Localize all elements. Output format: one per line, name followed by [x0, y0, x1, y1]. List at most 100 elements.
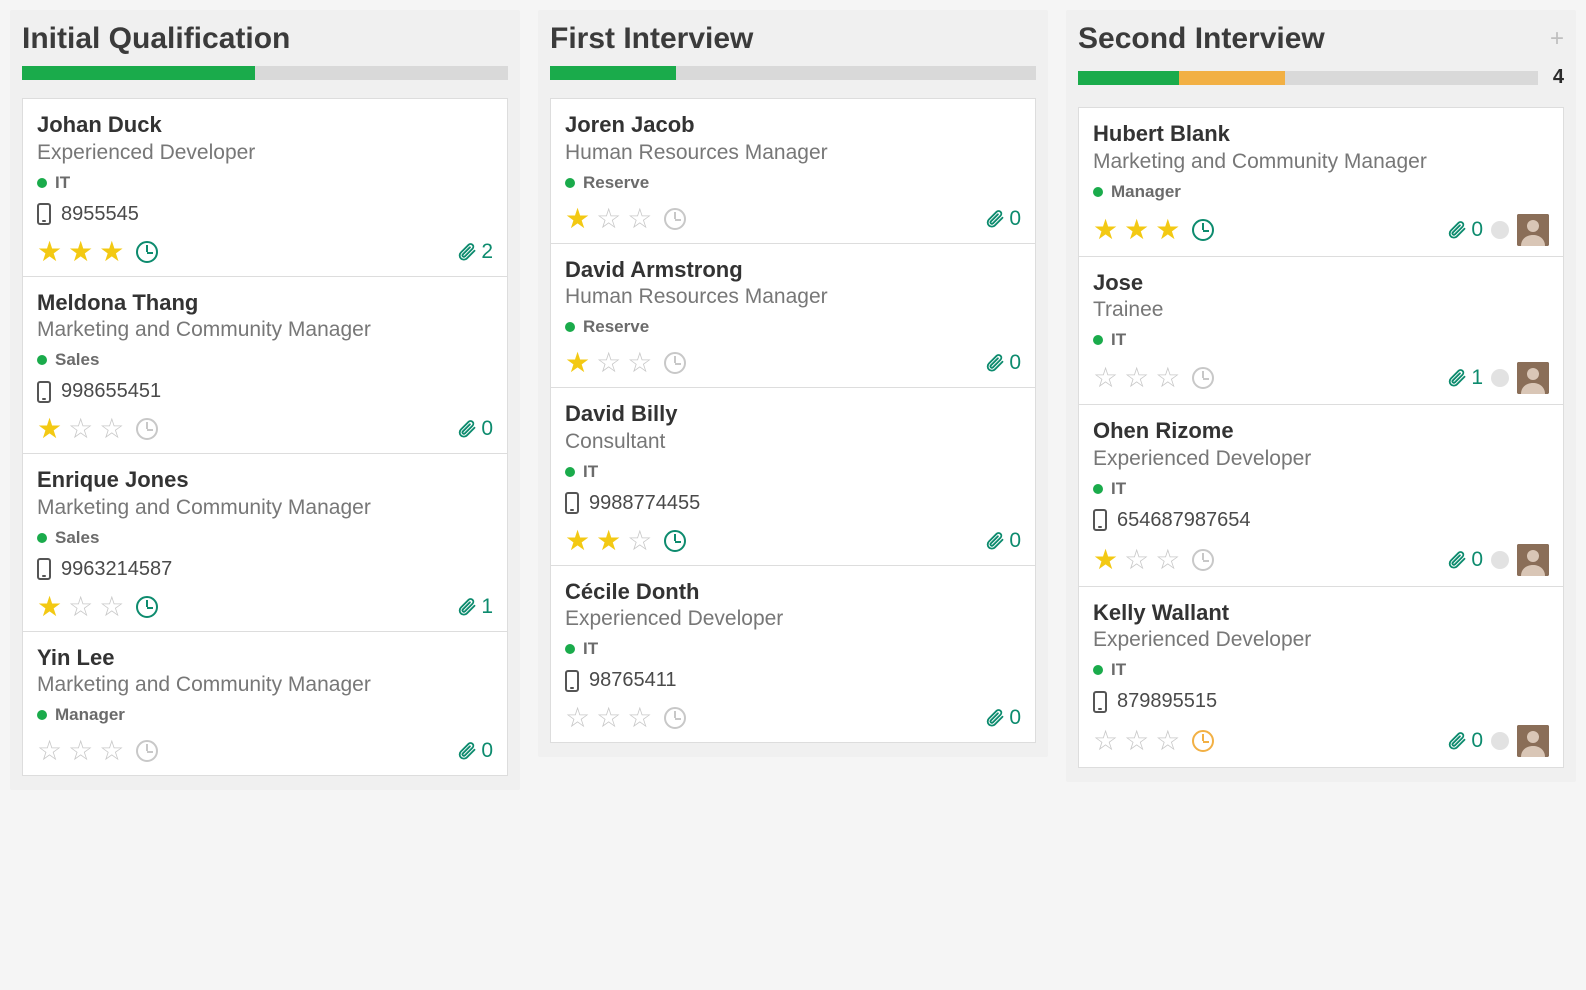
attachment-count[interactable]: 0	[1447, 218, 1483, 242]
tag-row: Sales	[37, 528, 493, 548]
star-icon[interactable]: ☆	[596, 205, 621, 233]
tag-row: IT	[565, 462, 1021, 482]
candidate-card[interactable]: Kelly Wallant Experienced Developer IT 8…	[1079, 587, 1563, 768]
star-icon[interactable]: ★	[37, 415, 62, 443]
candidate-card[interactable]: David Billy Consultant IT 9988774455 ★★☆	[551, 388, 1035, 566]
tag-text: IT	[1111, 660, 1126, 680]
star-icon[interactable]: ☆	[99, 415, 124, 443]
clock-icon[interactable]	[1192, 367, 1214, 389]
attachment-count[interactable]: 0	[985, 529, 1021, 553]
candidate-card[interactable]: Joren Jacob Human Resources Manager Rese…	[551, 99, 1035, 244]
star-icon[interactable]: ☆	[1155, 727, 1180, 755]
attach-group: 2	[457, 240, 493, 264]
star-rating[interactable]: ☆☆☆	[37, 737, 158, 765]
star-icon[interactable]: ★	[565, 205, 590, 233]
phone-icon	[1093, 509, 1107, 531]
star-rating[interactable]: ★★☆	[565, 527, 686, 555]
attachment-count[interactable]: 0	[985, 207, 1021, 231]
clock-icon[interactable]	[1192, 219, 1214, 241]
star-icon[interactable]: ☆	[627, 205, 652, 233]
clock-icon[interactable]	[136, 241, 158, 263]
star-icon[interactable]: ★	[596, 527, 621, 555]
star-icon[interactable]: ★	[1093, 216, 1118, 244]
star-icon[interactable]: ☆	[627, 349, 652, 377]
star-icon[interactable]: ☆	[1124, 546, 1149, 574]
attachment-count[interactable]: 0	[457, 417, 493, 441]
clock-icon[interactable]	[136, 740, 158, 762]
star-icon[interactable]: ☆	[68, 415, 93, 443]
star-rating[interactable]: ★☆☆	[565, 349, 686, 377]
candidate-card[interactable]: Cécile Donth Experienced Developer IT 98…	[551, 566, 1035, 743]
candidate-card[interactable]: Johan Duck Experienced Developer IT 8955…	[23, 99, 507, 277]
attachment-count[interactable]: 0	[985, 351, 1021, 375]
candidate-role: Marketing and Community Manager	[37, 673, 493, 697]
attach-number: 0	[1471, 548, 1483, 572]
avatar[interactable]	[1517, 362, 1549, 394]
card-footer: ☆☆☆ 0	[565, 704, 1021, 732]
star-icon[interactable]: ☆	[1124, 727, 1149, 755]
star-icon[interactable]: ★	[565, 527, 590, 555]
star-icon[interactable]: ☆	[565, 704, 590, 732]
attachment-count[interactable]: 0	[1447, 548, 1483, 572]
star-icon[interactable]: ★	[37, 238, 62, 266]
star-icon[interactable]: ★	[99, 238, 124, 266]
star-icon[interactable]: ☆	[99, 593, 124, 621]
attachment-count[interactable]: 1	[1447, 366, 1483, 390]
clock-icon[interactable]	[664, 208, 686, 230]
attachment-count[interactable]: 0	[457, 739, 493, 763]
clock-icon[interactable]	[664, 352, 686, 374]
star-rating[interactable]: ★★★	[37, 238, 158, 266]
star-icon[interactable]: ☆	[1155, 364, 1180, 392]
clock-icon[interactable]	[136, 418, 158, 440]
star-icon[interactable]: ☆	[1124, 364, 1149, 392]
candidate-card[interactable]: Yin Lee Marketing and Community Manager …	[23, 632, 507, 776]
star-rating[interactable]: ☆☆☆	[1093, 364, 1214, 392]
star-icon[interactable]: ★	[68, 238, 93, 266]
star-icon[interactable]: ☆	[68, 737, 93, 765]
star-icon[interactable]: ☆	[68, 593, 93, 621]
star-icon[interactable]: ☆	[596, 704, 621, 732]
star-icon[interactable]: ☆	[596, 349, 621, 377]
star-icon[interactable]: ☆	[37, 737, 62, 765]
star-rating[interactable]: ★☆☆	[37, 415, 158, 443]
candidate-card[interactable]: Jose Trainee IT ☆☆☆ 1	[1079, 257, 1563, 406]
clock-icon[interactable]	[664, 707, 686, 729]
clock-icon[interactable]	[1192, 730, 1214, 752]
candidate-card[interactable]: Ohen Rizome Experienced Developer IT 654…	[1079, 405, 1563, 587]
star-rating[interactable]: ☆☆☆	[565, 704, 686, 732]
star-icon[interactable]: ★	[1155, 216, 1180, 244]
candidate-card[interactable]: Hubert Blank Marketing and Community Man…	[1079, 108, 1563, 257]
star-icon[interactable]: ☆	[1093, 727, 1118, 755]
star-icon[interactable]: ★	[1093, 546, 1118, 574]
star-rating[interactable]: ☆☆☆	[1093, 727, 1214, 755]
star-icon[interactable]: ☆	[99, 737, 124, 765]
attachment-count[interactable]: 1	[457, 595, 493, 619]
add-card-button[interactable]: +	[1550, 25, 1564, 53]
candidate-card[interactable]: Enrique Jones Marketing and Community Ma…	[23, 454, 507, 632]
attachment-count[interactable]: 0	[1447, 729, 1483, 753]
avatar[interactable]	[1517, 214, 1549, 246]
candidate-card[interactable]: Meldona Thang Marketing and Community Ma…	[23, 277, 507, 455]
star-rating[interactable]: ★☆☆	[1093, 546, 1214, 574]
star-icon[interactable]: ☆	[1155, 546, 1180, 574]
star-icon[interactable]: ☆	[627, 704, 652, 732]
star-icon[interactable]: ☆	[1093, 364, 1118, 392]
star-icon[interactable]: ★	[565, 349, 590, 377]
star-rating[interactable]: ★☆☆	[37, 593, 158, 621]
candidate-card[interactable]: David Armstrong Human Resources Manager …	[551, 244, 1035, 389]
candidate-name: Meldona Thang	[37, 289, 493, 317]
avatar[interactable]	[1517, 544, 1549, 576]
phone-text: 9963214587	[61, 558, 172, 581]
star-rating[interactable]: ★★★	[1093, 216, 1214, 244]
star-icon[interactable]: ★	[1124, 216, 1149, 244]
attachment-count[interactable]: 2	[457, 240, 493, 264]
clock-icon[interactable]	[664, 530, 686, 552]
avatar[interactable]	[1517, 725, 1549, 757]
phone-text: 9988774455	[589, 492, 700, 515]
star-icon[interactable]: ★	[37, 593, 62, 621]
attachment-count[interactable]: 0	[985, 706, 1021, 730]
clock-icon[interactable]	[1192, 549, 1214, 571]
star-icon[interactable]: ☆	[627, 527, 652, 555]
clock-icon[interactable]	[136, 596, 158, 618]
star-rating[interactable]: ★☆☆	[565, 205, 686, 233]
